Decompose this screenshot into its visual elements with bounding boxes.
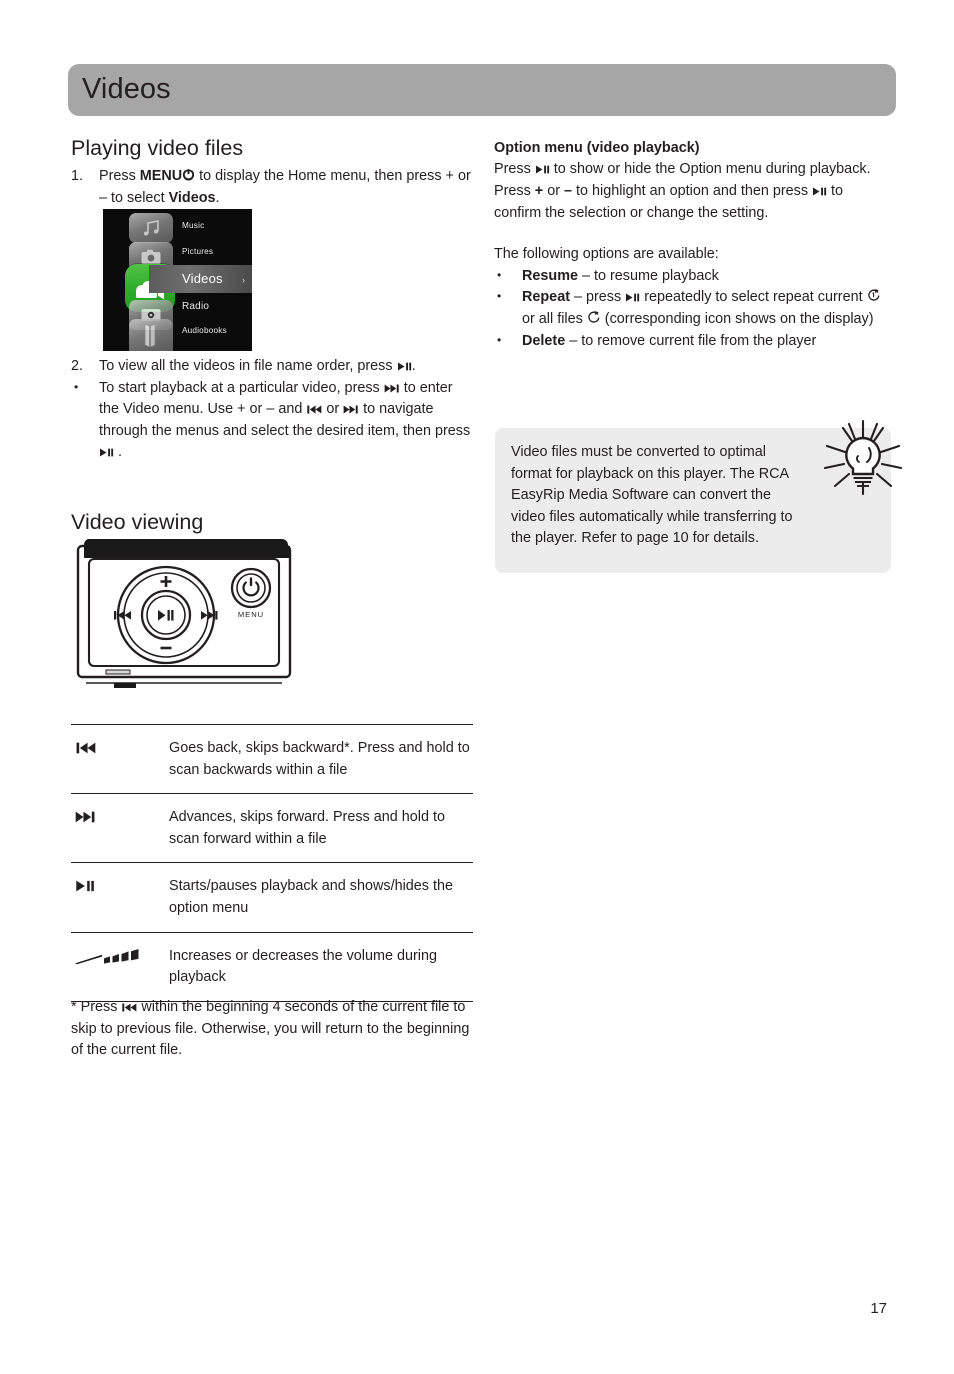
step1-bold-menu: MENU xyxy=(139,167,183,184)
table-cell-description: Starts/pauses playback and shows/hides t… xyxy=(169,878,453,917)
option-resume-text: – to resume playback xyxy=(578,267,719,284)
table-row: Starts/pauses playback and shows/hides t… xyxy=(71,863,473,931)
list-item-option-repeat: • Repeat – press repeatedly to select re… xyxy=(494,287,894,330)
intro-bold-minus: – xyxy=(564,183,573,200)
list-item-option-delete: • Delete – to remove current file from t… xyxy=(494,331,894,353)
list-content: To start playback at a particular video,… xyxy=(99,378,473,464)
list-marker: • xyxy=(497,289,502,304)
button-reference-table: Goes back, skips backward*. Press and ho… xyxy=(71,724,473,1002)
list-item-step-1: 1. Press MENU to display the Home menu, … xyxy=(71,166,473,209)
list-item-step-2: 2. To view all the videos in file name o… xyxy=(71,356,473,378)
prev-track-icon xyxy=(121,1003,137,1012)
play-pause-icon xyxy=(535,165,550,174)
page-number: 17 xyxy=(870,1300,887,1317)
list-content: Press MENU to display the Home menu, the… xyxy=(99,166,473,209)
table-cell-description: Advances, skips forward. Press and hold … xyxy=(169,809,445,847)
options-lead-in: The following options are available: xyxy=(494,246,719,263)
menu-item-music[interactable]: Music xyxy=(182,221,204,230)
lightbulb-icon xyxy=(819,416,907,500)
table-row: Increases or decreases the volume during… xyxy=(71,933,473,1001)
prev-track-icon xyxy=(71,738,169,759)
footnote-part1: * Press xyxy=(71,999,122,1015)
device-home-menu-screenshot: Music Pictures Videos Radio Audiobooks › xyxy=(103,209,252,351)
list-marker: 1. xyxy=(71,167,84,184)
list-marker: • xyxy=(74,379,79,394)
menu-item-pictures[interactable]: Pictures xyxy=(182,247,213,256)
option-repeat-part4: (corresponding icon shows on the display… xyxy=(600,311,874,328)
option-repeat-part3: or all files xyxy=(522,311,587,328)
option-repeat-part2: repeatedly to select repeat current xyxy=(640,289,867,306)
menu-item-audiobooks[interactable]: Audiobooks xyxy=(182,326,227,335)
option-label-delete: Delete xyxy=(522,332,566,349)
option-delete-text: – to remove current file from the player xyxy=(565,332,817,349)
repeat-all-icon xyxy=(587,310,601,324)
table-cell-description: Increases or decreases the volume during… xyxy=(169,947,437,986)
left-column: Playing video files 1. Press MENU to dis… xyxy=(71,136,473,209)
option-label-resume: Resume xyxy=(522,267,578,284)
next-track-icon xyxy=(384,384,400,393)
step1-bold-videos: Videos xyxy=(168,189,216,206)
play-pause-icon xyxy=(812,187,827,196)
intro-part4: to highlight an option and then press xyxy=(572,183,813,200)
section-heading-playing-video-files: Playing video files xyxy=(71,136,244,160)
list-item-option-resume: • Resume – to resume playback xyxy=(494,266,894,288)
bullet1-text-part5: . xyxy=(114,444,122,461)
step1-text-part1: Press xyxy=(99,167,140,184)
play-pause-icon xyxy=(397,362,412,371)
menu-item-videos[interactable]: Videos xyxy=(182,271,223,286)
list-content: To view all the videos in file name orde… xyxy=(99,356,473,378)
music-icon xyxy=(129,213,173,243)
list-marker: • xyxy=(497,267,502,282)
section-heading-video-viewing: Video viewing xyxy=(71,509,204,534)
step1-text-part3: . xyxy=(215,189,220,206)
repeat-one-icon xyxy=(867,288,881,302)
menu-item-radio[interactable]: Radio xyxy=(182,301,209,312)
note-text: Video files must be converted to optimal… xyxy=(511,444,793,547)
intro-part3: or xyxy=(543,183,564,200)
volume-icon xyxy=(71,946,169,970)
option-label-repeat: Repeat xyxy=(522,289,570,306)
power-icon xyxy=(182,168,195,181)
audiobooks-icon xyxy=(129,319,173,351)
list-marker: 2. xyxy=(71,358,84,374)
prev-track-icon xyxy=(306,405,322,414)
play-pause-icon xyxy=(625,293,640,302)
table-cell-description: Goes back, skips backward*. Press and ho… xyxy=(169,740,470,778)
page-banner: Videos xyxy=(68,64,896,116)
play-pause-icon xyxy=(71,876,169,897)
next-track-icon xyxy=(343,405,359,414)
list-content: Repeat – press repeatedly to select repe… xyxy=(522,287,894,330)
sub-heading-option-menu: Option menu (video playback) xyxy=(494,140,700,156)
chevron-right-icon: › xyxy=(242,275,245,285)
svg-text:MENU: MENU xyxy=(238,610,264,619)
table-row: Goes back, skips backward*. Press and ho… xyxy=(71,725,473,793)
list-content: Delete – to remove current file from the… xyxy=(522,331,894,353)
bullet1-text-part1: To start playback at a particular video,… xyxy=(99,379,384,396)
table-row: Advances, skips forward. Press and hold … xyxy=(71,794,473,862)
list-content: Resume – to resume playback xyxy=(522,266,894,288)
bullet1-text-part3: or xyxy=(322,401,344,418)
intro-part1: Press xyxy=(494,161,535,178)
page-title: Videos xyxy=(82,72,171,105)
step2-text-part1: To view all the videos in file name orde… xyxy=(99,358,397,374)
option-repeat-part1: – press xyxy=(570,289,626,306)
step2-text-part2: . xyxy=(411,358,416,374)
list-marker: • xyxy=(497,332,502,347)
intro-bold-plus: + xyxy=(534,183,544,200)
device-illustration: MENU xyxy=(76,537,302,689)
footnote: * Press within the beginning 4 seconds o… xyxy=(71,997,475,1062)
option-menu-intro-paragraph: Press to show or hide the Option menu du… xyxy=(494,159,894,224)
left-column-steps-continued: 2. To view all the videos in file name o… xyxy=(71,356,473,464)
play-pause-icon xyxy=(99,448,114,457)
right-column: Option menu (video playback) Press to sh… xyxy=(494,139,894,352)
list-item-bullet-1: • To start playback at a particular vide… xyxy=(71,378,473,464)
next-track-icon xyxy=(71,807,169,828)
